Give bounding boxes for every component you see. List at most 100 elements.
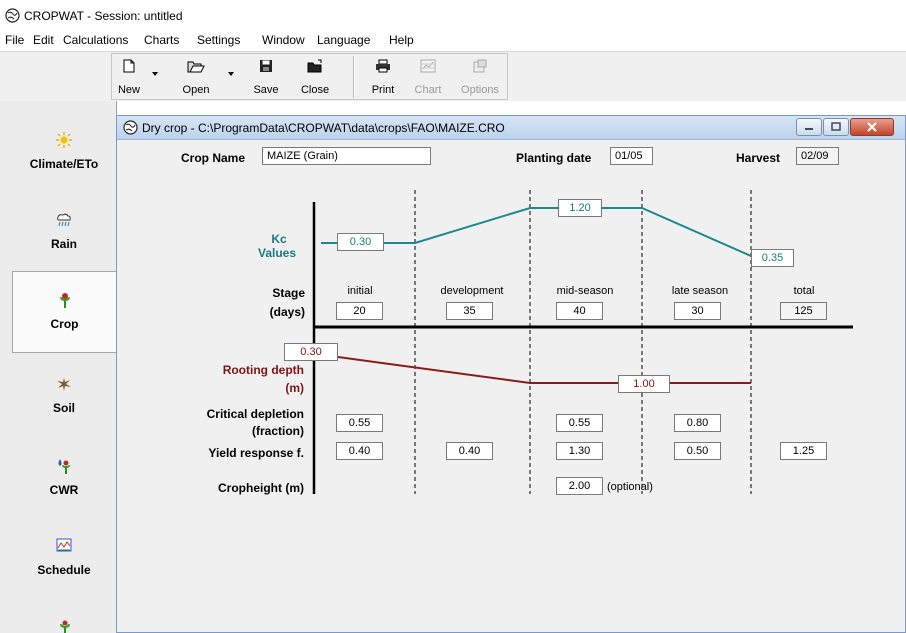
rooting-depth-initial-field[interactable]: 0.30 <box>284 343 338 361</box>
days-label: (days) <box>269 305 305 319</box>
harvest-date-field: 02/09 <box>796 147 839 165</box>
yield-response-total-field[interactable]: 1.25 <box>780 442 827 460</box>
days-late-season-field[interactable]: 30 <box>674 302 721 320</box>
cropwat-globe-icon <box>5 8 20 23</box>
menu-calculations[interactable]: Calculations <box>63 33 128 47</box>
chart-button-label: Chart <box>414 84 442 96</box>
kc-initial-field[interactable]: 0.30 <box>337 233 384 251</box>
app-title: CROPWAT - Session: untitled <box>24 9 183 23</box>
toolbar: New Open Save Close Print Chart Options <box>0 51 906 101</box>
critical-depletion-mid-field[interactable]: 0.55 <box>556 414 603 432</box>
options-icon <box>473 59 487 73</box>
menu-settings[interactable]: Settings <box>197 33 240 47</box>
yield-response-label: Yield response f. <box>208 446 304 460</box>
days-development-field[interactable]: 35 <box>446 302 493 320</box>
yield-response-late-field[interactable]: 0.50 <box>674 442 721 460</box>
sidebar-item-crop[interactable]: Crop <box>12 271 116 353</box>
options-button-label: Options <box>461 84 499 96</box>
kc-end-field[interactable]: 0.35 <box>751 249 794 267</box>
sidebar-item-schedule[interactable]: Schedule <box>12 518 116 598</box>
menu-language[interactable]: Language <box>317 33 370 47</box>
sidebar-item-label: Climate/ETo <box>29 157 99 171</box>
planting-date-field[interactable]: 01/05 <box>610 147 653 165</box>
critical-depletion-late-field[interactable]: 0.80 <box>674 414 721 432</box>
print-button[interactable]: Print <box>366 55 400 99</box>
save-button-label: Save <box>253 84 279 96</box>
sidebar-item-soil[interactable]: Soil <box>12 356 116 436</box>
sidebar-item-climate[interactable]: Climate/ETo <box>12 112 116 192</box>
maximize-icon <box>831 122 841 131</box>
window-close-button[interactable] <box>850 118 894 136</box>
days-initial-field[interactable]: 20 <box>336 302 383 320</box>
yield-response-initial-field[interactable]: 0.40 <box>336 442 383 460</box>
cropheight-label: Cropheight (m) <box>218 481 304 495</box>
stage-label: Stage <box>272 286 305 300</box>
open-folder-icon <box>187 61 205 73</box>
crop-name-label: Crop Name <box>181 151 246 165</box>
cropheight-field[interactable]: 2.00 <box>556 477 603 495</box>
toolbar-separator <box>353 56 355 98</box>
stage-development-label: development <box>440 285 504 297</box>
rooting-depth-label: Rooting depth <box>222 363 304 377</box>
minimize-icon <box>805 128 813 130</box>
harvest-label: Harvest <box>736 151 781 165</box>
sun-icon <box>56 132 72 148</box>
cropheight-optional-label: (optional) <box>607 481 653 493</box>
options-button[interactable]: Options <box>456 55 504 99</box>
stage-total-label: total <box>793 285 815 297</box>
menu-edit[interactable]: Edit <box>33 33 54 47</box>
critical-depletion-label: Critical depletion <box>206 407 304 421</box>
close-button-label: Close <box>300 84 330 96</box>
sidebar-item-label: Crop <box>50 317 79 331</box>
crop-window-title: Dry crop - C:\ProgramData\CROPWAT\data\c… <box>142 121 505 135</box>
menu-bar: File Edit Calculations Charts Settings W… <box>0 30 906 50</box>
stage-initial-label: initial <box>347 285 373 297</box>
print-button-label: Print <box>371 84 395 96</box>
close-icon <box>867 122 877 132</box>
sidebar-item-label: Schedule <box>37 563 91 577</box>
chart-button[interactable]: Chart <box>410 55 446 99</box>
maximize-button[interactable] <box>823 118 849 136</box>
close-folder-icon <box>307 59 322 73</box>
menu-help[interactable]: Help <box>389 33 414 47</box>
days-mid-season-field[interactable]: 40 <box>556 302 603 320</box>
kc-mid-field[interactable]: 1.20 <box>558 199 602 217</box>
sidebar-item-cwr[interactable]: CWR <box>12 438 116 518</box>
sidebar-item-label: CWR <box>49 483 79 497</box>
open-dropdown-arrow-icon[interactable] <box>228 72 234 76</box>
crop-name-field[interactable]: MAIZE (Grain) <box>262 147 431 165</box>
schedule-chart-icon <box>56 538 72 552</box>
rooting-depth-unit-label: (m) <box>285 381 304 395</box>
stage-mid-season-label: mid-season <box>556 285 614 297</box>
rooting-depth-max-field[interactable]: 1.00 <box>618 375 670 393</box>
plant-icon <box>59 293 70 308</box>
days-total-field: 125 <box>780 302 827 320</box>
sidebar-item-rain[interactable]: Rain <box>12 192 116 272</box>
sidebar-item-label: Rain <box>50 237 77 251</box>
crop-pattern-icon[interactable] <box>57 620 73 633</box>
close-button[interactable]: Close <box>296 55 334 99</box>
critical-depletion-unit-label: (fraction) <box>252 424 304 438</box>
new-dropdown-arrow-icon[interactable] <box>152 72 158 76</box>
save-button[interactable]: Save <box>248 55 284 99</box>
new-button-label: New <box>117 84 140 96</box>
yield-response-mid-field[interactable]: 1.30 <box>556 442 603 460</box>
menu-window[interactable]: Window <box>262 33 305 47</box>
minimize-button[interactable] <box>796 118 822 136</box>
new-button[interactable]: New <box>112 55 146 99</box>
open-button[interactable]: Open <box>176 55 216 99</box>
kc-values-label: Values <box>258 246 297 260</box>
critical-depletion-initial-field[interactable]: 0.55 <box>336 414 383 432</box>
module-sidebar: Climate/ETo Rain Crop Soil CWR Schedule <box>0 101 117 633</box>
open-button-label: Open <box>182 84 210 96</box>
soil-icon <box>57 378 71 391</box>
save-disk-icon <box>260 60 272 72</box>
menu-file[interactable]: File <box>5 33 24 47</box>
cropwat-globe-icon <box>123 120 138 135</box>
planting-date-label: Planting date <box>516 151 592 165</box>
yield-response-development-field[interactable]: 0.40 <box>446 442 493 460</box>
menu-charts[interactable]: Charts <box>144 33 179 47</box>
stage-late-season-label: late season <box>671 285 729 297</box>
kc-label: Kc <box>271 232 287 246</box>
new-file-icon <box>123 59 135 73</box>
